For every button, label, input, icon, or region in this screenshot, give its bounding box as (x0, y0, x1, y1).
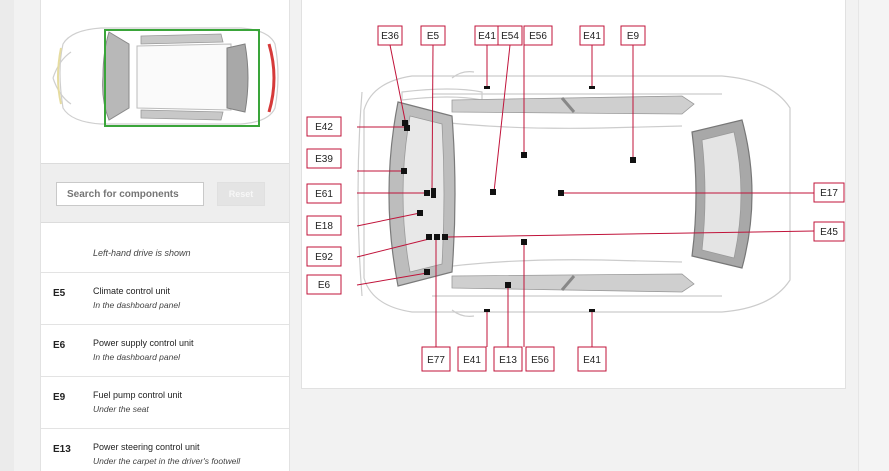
marker-e17 (558, 190, 564, 196)
left-labels: E42 E39 E61 E18 E92 E6 (306, 116, 342, 295)
marker-e9 (630, 157, 636, 163)
marker-e56-bottom (521, 239, 527, 245)
left-frame (0, 0, 14, 471)
marker-e39 (401, 168, 407, 174)
label-e9[interactable]: E9 (620, 25, 646, 46)
svg-text:E6: E6 (318, 280, 331, 291)
label-e92[interactable]: E92 (306, 246, 342, 267)
label-e41[interactable]: E41 (474, 25, 500, 46)
label-e56[interactable]: E56 (525, 346, 555, 372)
marker-e5 (431, 188, 436, 198)
marker-e36 (404, 125, 410, 131)
svg-text:E61: E61 (315, 189, 333, 200)
svg-text:E41: E41 (463, 355, 481, 366)
svg-text:E39: E39 (315, 154, 333, 165)
marker-e77 (434, 234, 440, 240)
component-name: Fuel pump control unit (93, 390, 183, 400)
component-name: Power steering control unit (93, 442, 200, 452)
search-area: Reset (41, 163, 289, 223)
svg-text:E9: E9 (627, 31, 640, 42)
drive-note: Left-hand drive is shown (93, 248, 191, 258)
component-location: Under the seat (93, 404, 149, 414)
component-name: Climate control unit (93, 286, 171, 296)
right-labels: E17 E45 (813, 182, 845, 242)
component-code: E13 (53, 444, 71, 455)
svg-text:E54: E54 (501, 31, 519, 42)
marker-e41-bottom-right (589, 309, 595, 312)
top-labels: E36 E5 E41 E54 E56 E41 E9 (377, 25, 646, 46)
svg-text:E13: E13 (499, 355, 517, 366)
component-name: Power supply control unit (93, 338, 194, 348)
svg-text:E56: E56 (531, 355, 549, 366)
right-frame (858, 0, 889, 471)
marker-e6 (424, 269, 430, 275)
marker-e41-bottom-left (484, 309, 490, 312)
label-e54[interactable]: E54 (497, 25, 523, 46)
label-e41[interactable]: E41 (457, 346, 487, 372)
label-e36[interactable]: E36 (377, 25, 403, 46)
car-component-diagram: E36 E5 E41 E54 E56 E41 E9 E42 E39 E61 E1… (306, 25, 845, 372)
list-item[interactable]: E9 Fuel pump control unit Under the seat (41, 376, 289, 429)
label-e17[interactable]: E17 (813, 182, 845, 203)
marker-e54 (490, 189, 496, 195)
svg-text:E42: E42 (315, 122, 333, 133)
label-e13[interactable]: E13 (493, 346, 523, 372)
label-e18[interactable]: E18 (306, 215, 342, 236)
component-location: Under the carpet in the driver's footwel… (93, 456, 241, 466)
svg-text:E5: E5 (427, 31, 440, 42)
list-item[interactable]: E5 Climate control unit In the dashboard… (41, 272, 289, 325)
component-code: E6 (53, 340, 66, 351)
svg-text:E45: E45 (820, 227, 838, 238)
svg-text:E17: E17 (820, 188, 838, 199)
bottom-labels: E77 E41 E13 E56 E41 (421, 346, 607, 372)
marker-e41-top-left (484, 86, 490, 89)
svg-text:E18: E18 (315, 221, 333, 232)
svg-text:E41: E41 (583, 355, 601, 366)
svg-text:E41: E41 (583, 31, 601, 42)
label-e39[interactable]: E39 (306, 148, 342, 169)
diagram-panel: E36 E5 E41 E54 E56 E41 E9 E42 E39 E61 E1… (301, 0, 846, 389)
svg-text:E41: E41 (478, 31, 496, 42)
label-e6[interactable]: E6 (306, 274, 342, 295)
svg-text:E56: E56 (529, 31, 547, 42)
component-location: In the dashboard panel (93, 300, 180, 310)
component-code: E9 (53, 392, 66, 403)
marker-e45-front (442, 234, 448, 240)
marker-e41-top-right (589, 86, 595, 89)
label-e41[interactable]: E41 (577, 346, 607, 372)
label-e45[interactable]: E45 (813, 221, 845, 242)
component-code: E5 (53, 288, 66, 299)
marker-e61 (424, 190, 430, 196)
component-location: In the dashboard panel (93, 352, 180, 362)
marker-e18 (417, 210, 423, 216)
reset-button[interactable]: Reset (217, 182, 265, 206)
marker-e56-top (521, 152, 527, 158)
marker-e92 (426, 234, 432, 240)
marker-e13 (505, 282, 511, 288)
svg-text:E77: E77 (427, 355, 445, 366)
label-e56[interactable]: E56 (523, 25, 553, 46)
label-e5[interactable]: E5 (420, 25, 446, 46)
component-search-input[interactable] (56, 182, 204, 206)
car-overview-thumbnail[interactable] (41, 0, 289, 160)
label-e42[interactable]: E42 (306, 116, 342, 137)
component-sidebar: Reset Left-hand drive is shown E5 Climat… (40, 0, 290, 471)
label-e61[interactable]: E61 (306, 183, 342, 204)
list-item[interactable]: E13 Power steering control unit Under th… (41, 428, 289, 471)
list-item[interactable]: E6 Power supply control unit In the dash… (41, 324, 289, 377)
svg-text:E92: E92 (315, 252, 333, 263)
label-e41[interactable]: E41 (579, 25, 605, 46)
svg-text:E36: E36 (381, 31, 399, 42)
label-e77[interactable]: E77 (421, 346, 451, 372)
